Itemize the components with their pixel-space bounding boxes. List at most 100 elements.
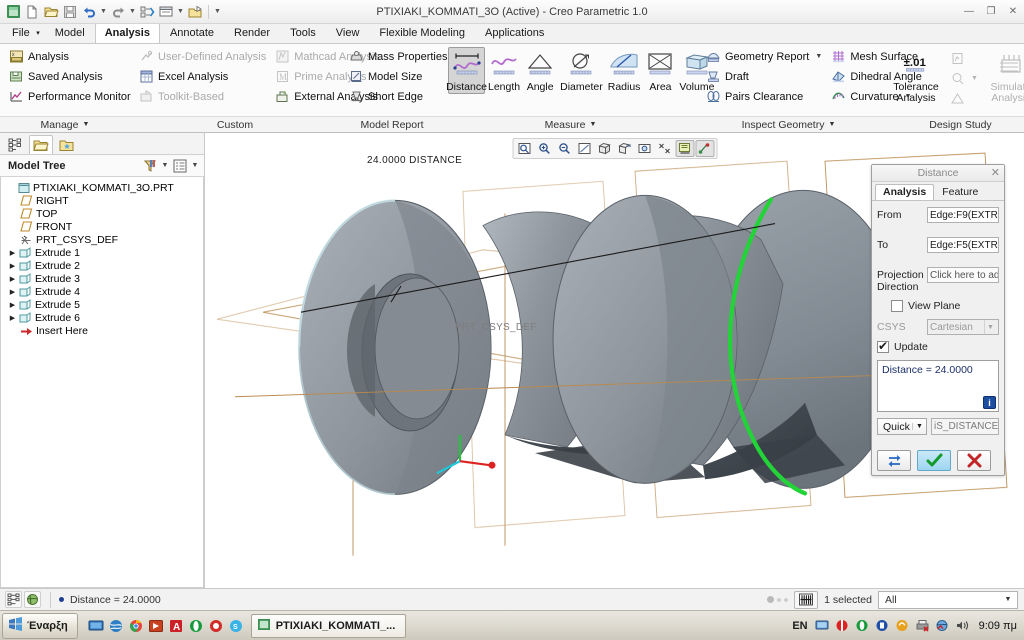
measure-angle-button[interactable]: Angle bbox=[523, 47, 557, 94]
tree-item-csys[interactable]: PRT_CSYS_DEF bbox=[1, 233, 203, 246]
measure-radius-button[interactable]: Radius bbox=[606, 47, 643, 94]
excel-analysis-button[interactable]: Excel Analysis bbox=[134, 67, 270, 86]
find-icon[interactable] bbox=[794, 590, 819, 609]
view-plane-checkbox[interactable] bbox=[891, 300, 903, 312]
redo-icon[interactable] bbox=[109, 3, 127, 21]
globe-icon[interactable] bbox=[24, 591, 41, 608]
dialog-close-icon[interactable]: ✕ bbox=[991, 166, 1000, 179]
dialog-tab-feature[interactable]: Feature bbox=[934, 184, 986, 200]
model-tree-tab[interactable] bbox=[3, 135, 27, 154]
draft-button[interactable]: Draft bbox=[701, 67, 826, 86]
selection-filter-icon[interactable] bbox=[5, 591, 22, 608]
feasibility-study-button[interactable]: ▼ bbox=[945, 69, 982, 88]
graphics-window[interactable]: AB 24.0000 DISTANCE PRT_CSYS_DEF Distanc… bbox=[205, 133, 1024, 588]
tree-item-extrude-5[interactable]: ▶ Extrude 5 bbox=[1, 298, 203, 311]
tree-item-extrude-6[interactable]: ▶ Extrude 6 bbox=[1, 311, 203, 324]
tree-item-insert-here[interactable]: Insert Here bbox=[1, 324, 203, 337]
volume-tray-icon[interactable] bbox=[954, 617, 971, 634]
tab-render[interactable]: Render bbox=[224, 23, 280, 43]
recorder-icon[interactable] bbox=[208, 617, 225, 634]
spin-center-icon[interactable] bbox=[695, 140, 714, 157]
zoom-out-icon[interactable] bbox=[555, 140, 574, 157]
distance-dialog[interactable]: Distance ✕ Analysis Feature From Edge:F9… bbox=[871, 164, 1005, 476]
measure-diameter-button[interactable]: Diameter bbox=[558, 47, 605, 94]
cancel-button[interactable] bbox=[957, 450, 991, 471]
measure-distance-button[interactable]: Distance bbox=[446, 47, 487, 94]
taskbar-clock[interactable]: 9:09 πμ bbox=[979, 620, 1017, 632]
updates-tray-icon[interactable] bbox=[894, 617, 911, 634]
opera-tray-icon[interactable] bbox=[834, 617, 851, 634]
geometry-report-dropdown-icon[interactable]: ▼ bbox=[815, 53, 822, 60]
media-icon[interactable] bbox=[148, 617, 165, 634]
saved-analysis-button[interactable]: Saved Analysis bbox=[4, 67, 135, 86]
tree-item-extrude-2[interactable]: ▶ Extrude 2 bbox=[1, 259, 203, 272]
dialog-tab-analysis[interactable]: Analysis bbox=[875, 184, 935, 200]
annotation-display-icon[interactable] bbox=[675, 140, 694, 157]
display-style-icon[interactable] bbox=[595, 140, 614, 157]
new-icon[interactable] bbox=[23, 3, 41, 21]
analysis-name-field[interactable]: iS_DISTANCE_1 bbox=[931, 418, 999, 435]
to-field[interactable]: Edge:F5(EXTRUDE bbox=[927, 237, 999, 253]
browser-icon[interactable] bbox=[108, 617, 125, 634]
undo-icon[interactable] bbox=[80, 3, 98, 21]
csys-dropdown-icon[interactable]: ▼ bbox=[984, 320, 996, 334]
info-icon[interactable]: i bbox=[983, 396, 996, 409]
tree-item-extrude-1[interactable]: ▶ Extrude 1 bbox=[1, 246, 203, 259]
ribbon-group-title-manage[interactable]: Manage ▼ bbox=[0, 116, 130, 132]
ribbon-group-title-measure[interactable]: Measure ▼ bbox=[444, 116, 697, 132]
csys-select[interactable]: Cartesian ▼ bbox=[927, 319, 999, 335]
performance-monitor-button[interactable]: Performance Monitor bbox=[4, 87, 135, 106]
tree-expander-icon[interactable]: ▶ bbox=[7, 314, 18, 322]
repeat-button[interactable] bbox=[877, 450, 911, 471]
tree-item-part[interactable]: PTIXIAKI_KOMMATI_3O.PRT bbox=[1, 181, 203, 194]
model-tree[interactable]: PTIXIAKI_KOMMATI_3O.PRT RIGHT TOP FRONT … bbox=[0, 177, 204, 588]
window-dropdown-icon[interactable]: ▼ bbox=[176, 3, 185, 21]
filter-settings-icon[interactable] bbox=[140, 157, 160, 175]
window-icon[interactable] bbox=[157, 3, 175, 21]
close-button[interactable]: ✕ bbox=[1006, 5, 1020, 19]
accept-button[interactable] bbox=[917, 450, 951, 471]
printer-tray-icon[interactable] bbox=[914, 617, 931, 634]
tree-item-front[interactable]: FRONT bbox=[1, 220, 203, 233]
update-checkbox[interactable] bbox=[877, 339, 889, 353]
selection-filter-dropdown-icon[interactable]: ▼ bbox=[1001, 596, 1015, 603]
tree-display-icon[interactable] bbox=[170, 157, 190, 175]
tab-model[interactable]: Model bbox=[45, 23, 95, 43]
tree-item-right[interactable]: RIGHT bbox=[1, 194, 203, 207]
show-desktop-icon[interactable] bbox=[88, 617, 105, 634]
network-tray-icon[interactable] bbox=[934, 617, 951, 634]
inspect-geometry-dropdown-icon[interactable]: ▼ bbox=[828, 121, 835, 128]
filter-dropdown-icon[interactable]: ▼ bbox=[160, 162, 170, 169]
design-study-dropdown-icon[interactable]: ▼ bbox=[971, 75, 978, 82]
tree-expander-icon[interactable]: ▶ bbox=[7, 262, 18, 270]
toolkit-based-button[interactable]: Toolkit-Based bbox=[134, 87, 270, 106]
saved-orientations-icon[interactable]: AB bbox=[615, 140, 634, 157]
acrobat-icon[interactable]: A bbox=[168, 617, 185, 634]
sensitivity-analysis-button[interactable] bbox=[945, 49, 982, 68]
user-defined-analysis-button[interactable]: User-Defined Analysis bbox=[134, 47, 270, 66]
from-field[interactable]: Edge:F9(EXTRUDE bbox=[927, 207, 999, 223]
selection-filter-combo[interactable]: All ▼ bbox=[878, 590, 1018, 609]
display-tray-icon[interactable] bbox=[814, 617, 831, 634]
favorites-tab[interactable] bbox=[55, 135, 79, 154]
chrome-icon[interactable] bbox=[128, 617, 145, 634]
display-dropdown-icon[interactable]: ▼ bbox=[190, 162, 200, 169]
analysis-button[interactable]: x Analysis bbox=[4, 47, 135, 66]
creo-logo-icon[interactable] bbox=[4, 3, 22, 21]
measure-dropdown-icon[interactable]: ▼ bbox=[589, 121, 596, 128]
maximize-button[interactable]: ❐ bbox=[984, 5, 998, 19]
tree-expander-icon[interactable]: ▶ bbox=[7, 301, 18, 309]
undo-dropdown-icon[interactable]: ▼ bbox=[99, 3, 108, 21]
dimension-label[interactable]: 24.0000 DISTANCE bbox=[367, 155, 462, 166]
view-plane-row[interactable]: View Plane bbox=[877, 300, 999, 312]
opera-icon[interactable] bbox=[188, 617, 205, 634]
tab-view[interactable]: View bbox=[326, 23, 370, 43]
mode-select[interactable]: Quick ▼ bbox=[877, 418, 927, 435]
start-button[interactable]: Έναρξη bbox=[2, 612, 78, 639]
zoom-in-icon[interactable] bbox=[535, 140, 554, 157]
open-icon[interactable] bbox=[42, 3, 60, 21]
multi-objective-study-button[interactable] bbox=[945, 89, 982, 108]
update-row[interactable]: Update bbox=[877, 339, 999, 353]
view-manager-icon[interactable] bbox=[635, 140, 654, 157]
measure-length-button[interactable]: Length bbox=[486, 47, 522, 94]
